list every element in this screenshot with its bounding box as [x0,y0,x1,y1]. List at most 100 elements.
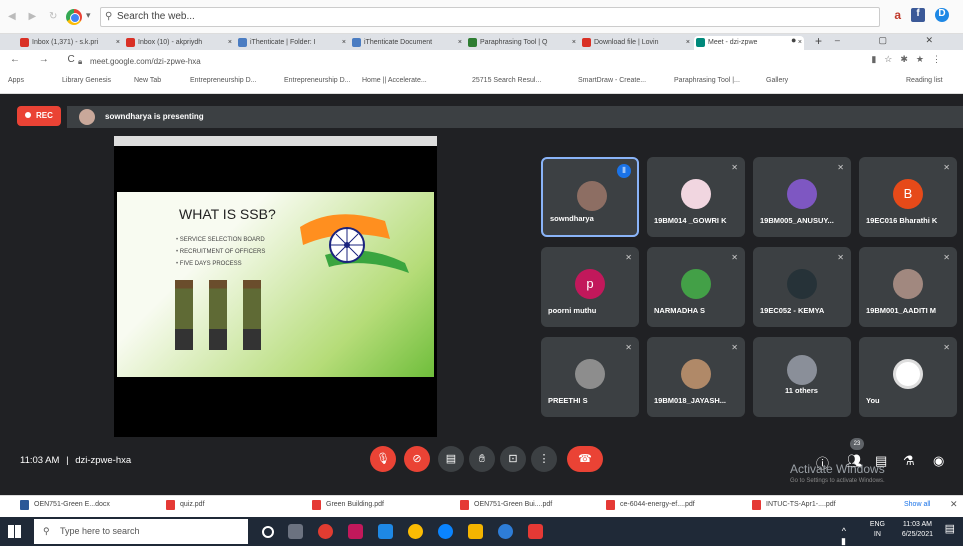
avatar [893,269,923,299]
bookmark-gallery[interactable]: Gallery [766,77,788,84]
app-icon[interactable] [378,524,393,539]
download-item[interactable]: INTUC-TS-Apr1-....pdf [752,500,836,510]
tab-inbox-1[interactable]: Inbox (1,371) - s.k.pri × [18,36,122,50]
bookmark-entrepreneurship-2[interactable]: Entrepreneurship D... [284,77,351,84]
mic-off-button[interactable]: 🎙︎ [370,446,396,472]
meeting-info: 11:03 AM | dzi-zpwe-hxa [20,455,132,466]
downloads-bar: OEN751-Green E...docx quiz.pdf Green Bui… [0,495,963,517]
search-icon: ⚲ [43,526,50,536]
opera-icon[interactable] [318,524,333,539]
activities-icon[interactable]: ⚗︎ [903,453,915,469]
download-item[interactable]: ce-6044-energy-ef....pdf [606,500,695,510]
web-search-input[interactable]: ⚲ Search the web... [100,7,880,27]
slide-bullet: FIVE DAYS PROCESS [176,258,265,270]
windows-start-icon[interactable] [8,525,21,538]
task-view-icon[interactable] [288,524,303,539]
nav-buttons[interactable]: ← → C [10,54,83,65]
close-icon[interactable]: × [572,36,576,50]
file-explorer-icon[interactable] [468,524,483,539]
reading-list[interactable]: Reading list [906,77,943,84]
participant-tile[interactable]: p ✕ poorni muthu [541,247,639,327]
participant-tile[interactable]: ✕ 19BM018_JAYASH... [647,337,745,417]
close-icon[interactable]: ✕ [950,499,958,510]
camera-off-button[interactable]: ⊘ [404,446,430,472]
taskbar-search-input[interactable]: ⚲ Type here to search [34,519,248,544]
check-icon [352,38,361,47]
avatar [79,109,95,125]
tray-icons[interactable]: ^ ▮ ☁ ♪ [837,526,851,546]
close-icon[interactable]: × [228,36,232,50]
close-icon[interactable]: × [458,36,462,50]
participant-tile[interactable]: ✕ PREETHI S [541,337,639,417]
tab-ithenticate-folder[interactable]: iThenticate | Folder: I × [236,36,348,50]
slide-title: WHAT IS SSB? [179,206,276,222]
speaking-icon: ⦀ [617,164,631,178]
app-icon[interactable] [348,524,363,539]
presentation-screen[interactable]: WHAT IS SSB? SERVICE SELECTION BOARD REC… [114,136,437,437]
bookmark-accelerate[interactable]: Home || Accelerate... [362,77,427,84]
lock-icon: 🔒︎ [78,57,83,66]
mic-off-icon: ✕ [943,253,950,262]
soldier-figure [209,280,227,350]
more-options-button[interactable]: ⋮ [531,446,557,472]
tab-strip: Inbox (1,371) - s.k.pri × Inbox (10) - ak… [0,34,963,50]
chrome-logo-icon[interactable] [66,9,82,25]
tab-meet[interactable]: Meet - dzi-zpwe × [694,36,804,50]
tab-ithenticate-doc[interactable]: iThenticate Document × [350,36,464,50]
tab-paraphrasing[interactable]: Paraphrasing Tool | Q × [466,36,578,50]
slide-bullets: SERVICE SELECTION BOARD RECRUITMENT OF O… [176,234,266,270]
raise-hand-button[interactable]: ✋︎ [469,446,495,472]
heart-icon [582,38,591,47]
url-field[interactable]: 🔒︎ meet.google.com/dzi-zpwe-hxa [76,54,836,69]
avatar: B [893,179,923,209]
captions-button[interactable]: ▤ [438,446,464,472]
soldier-figure [175,280,193,350]
tab-download-file[interactable]: Download file | Lovin × [580,36,692,50]
nav-arrows[interactable]: ◀ ▶ ↻ [8,11,62,22]
participant-tile[interactable]: ✕ 19BM005_ANUSUY... [753,157,851,237]
app-icon[interactable] [528,524,543,539]
download-item[interactable]: quiz.pdf [166,500,205,510]
bookmark-smartdraw[interactable]: SmartDraw - Create... [578,77,646,84]
download-item[interactable]: Green Building.pdf [312,500,384,510]
a-icon[interactable]: a [894,8,901,22]
bookmark-library-genesis[interactable]: Library Genesis [62,77,111,84]
d-icon[interactable]: D [935,8,949,22]
self-tile[interactable]: ✕ You [859,337,957,417]
participant-tile[interactable]: ⦀ sowndharya [541,157,639,237]
chrome-icon[interactable] [408,524,423,539]
close-icon[interactable]: × [342,36,346,50]
app-icon[interactable] [498,524,513,539]
bookmark-entrepreneurship-1[interactable]: Entrepreneurship D... [190,77,257,84]
participant-tile[interactable]: ✕ 19BM001_AADITI M [859,247,957,327]
dropdown-icon[interactable]: ▾ [86,10,91,21]
language-indicator[interactable]: ENG IN [870,520,885,540]
notification-icon[interactable]: ▤ [945,524,955,535]
participant-tile[interactable]: ✕ NARMADHA S [647,247,745,327]
leave-call-button[interactable]: ☎︎ [567,446,603,472]
fb-icon[interactable]: f [911,8,925,22]
address-bar: ← → C 🔒︎ meet.google.com/dzi-zpwe-hxa ▮☆✱… [0,50,963,72]
extension-icons[interactable]: ▮☆✱★⋮ [871,54,949,65]
bookmark-paraphrasing[interactable]: Paraphrasing Tool |... [674,77,740,84]
indian-flag-icon [300,214,409,273]
bookmark-apps[interactable]: Apps [8,77,24,84]
bookmark-search-results[interactable]: 25715 Search Resul... [472,77,541,84]
bookmark-new-tab[interactable]: New Tab [134,77,161,84]
tab-inbox-2[interactable]: Inbox (10) - akpriydh × [124,36,234,50]
download-item[interactable]: OEN751-Green Bui....pdf [460,500,552,510]
participant-tile[interactable]: ✕ 19BM014 _GOWRI K [647,157,745,237]
close-icon[interactable]: × [686,36,690,50]
clock[interactable]: 11:03 AM 6/25/2021 [902,520,933,540]
host-controls-icon[interactable]: ◉ [933,453,944,469]
participant-tile[interactable]: B ✕ 19EC016 Bharathi K [859,157,957,237]
close-icon[interactable]: × [116,36,120,50]
edge-icon[interactable] [438,524,453,539]
others-tile[interactable]: 11 others [753,337,851,417]
window-controls[interactable]: ● – ▢ ✕ [791,35,951,46]
cortana-icon[interactable] [262,526,274,538]
show-all-button[interactable]: Show all [904,501,930,508]
participant-tile[interactable]: ✕ 19EC052 - KEMYA [753,247,851,327]
present-button[interactable]: ⊡ [500,446,526,472]
download-item[interactable]: OEN751-Green E...docx [20,500,110,510]
